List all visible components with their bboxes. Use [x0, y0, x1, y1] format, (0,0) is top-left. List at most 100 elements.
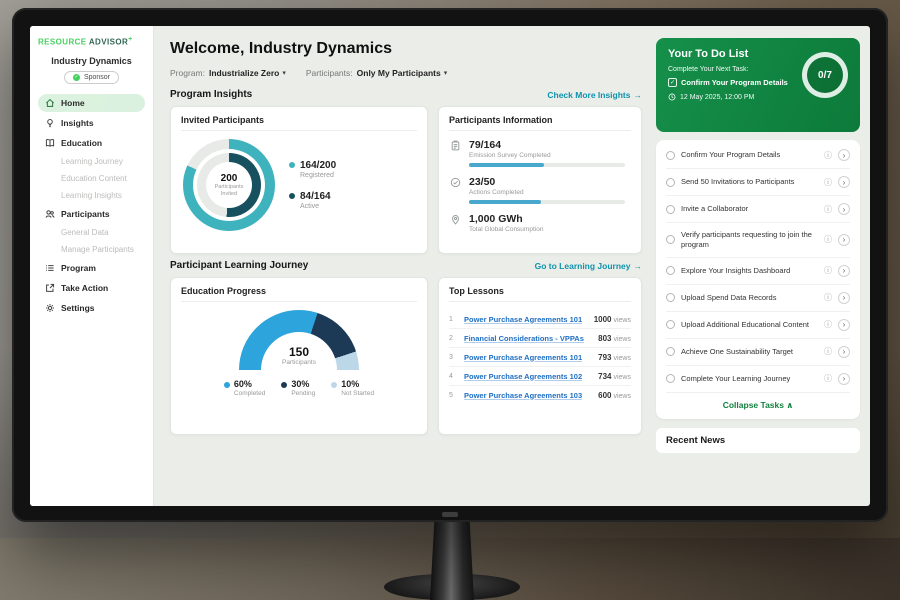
lesson-link[interactable]: Power Purchase Agreements 101 [464, 353, 592, 362]
learning-section-header: Participant Learning Journey Go to Learn… [170, 260, 642, 271]
chevron-down-icon: ▾ [282, 69, 286, 77]
sidebar-item-take-action[interactable]: Take Action [38, 279, 145, 297]
chevron-right-icon[interactable]: › [838, 203, 850, 215]
task-checkbox[interactable] [666, 266, 675, 275]
sidebar-item-label: Education [61, 138, 102, 148]
sidebar-item-participants[interactable]: Participants [38, 205, 145, 223]
chevron-down-icon: ▾ [444, 69, 448, 77]
task-row[interactable]: Confirm Your Program Details ⓘ › [666, 142, 850, 169]
task-checkbox[interactable] [666, 151, 675, 160]
sidebar-item-manage-participants[interactable]: Manage Participants [38, 242, 145, 257]
lesson-views-value: 600 [598, 391, 611, 400]
task-checkbox[interactable] [666, 178, 675, 187]
sponsor-icon: ✓ [73, 74, 80, 81]
lesson-link[interactable]: Power Purchase Agreements 101 [464, 315, 588, 324]
home-icon [45, 98, 55, 108]
info-icon[interactable]: ⓘ [824, 177, 832, 188]
lesson-row[interactable]: 3 Power Purchase Agreements 101 793views [449, 348, 631, 367]
sidebar-item-program[interactable]: Program [38, 259, 145, 277]
chevron-right-icon[interactable]: › [838, 149, 850, 161]
collapse-tasks-link[interactable]: Collapse Tasks ∧ [666, 393, 850, 417]
lesson-row[interactable]: 2 Financial Considerations - VPPAs 803vi… [449, 329, 631, 348]
sidebar-item-label: Participants [61, 209, 110, 219]
program-filter-dropdown[interactable]: Program: Industrialize Zero ▾ [170, 68, 286, 78]
clipboard-icon [449, 139, 461, 167]
task-checkbox[interactable] [666, 347, 675, 356]
task-row[interactable]: Explore Your Insights Dashboard ⓘ › [666, 258, 850, 285]
lesson-views-suffix: views [613, 336, 631, 343]
info-icon[interactable]: ⓘ [824, 204, 832, 215]
info-icon[interactable]: ⓘ [824, 265, 832, 276]
info-icon[interactable]: ⓘ [824, 346, 832, 357]
education-legend: 60% Completed 30% Pending 10% Not Starte… [224, 379, 374, 397]
info-icon[interactable]: ⓘ [824, 234, 832, 245]
task-row[interactable]: Verify participants requesting to join t… [666, 223, 850, 258]
task-row[interactable]: Complete Your Learning Journey ⓘ › [666, 366, 850, 393]
check-more-insights-link[interactable]: Check More Insights→ [547, 90, 642, 100]
info-icon[interactable]: ⓘ [824, 150, 832, 161]
sidebar-item-education-content[interactable]: Education Content [38, 171, 145, 186]
chevron-right-icon[interactable]: › [838, 346, 850, 358]
lesson-link[interactable]: Power Purchase Agreements 102 [464, 372, 592, 381]
task-label: Achieve One Sustainability Target [681, 347, 818, 357]
info-card-title: Participants Information [449, 115, 631, 131]
education-gauge-area: 150 Participants 60% Completed [181, 310, 417, 397]
info-icon[interactable]: ⓘ [824, 373, 832, 384]
main-content: Welcome, Industry Dynamics Program: Indu… [154, 26, 654, 506]
participants-filter-dropdown[interactable]: Participants: Only My Participants ▾ [306, 68, 447, 78]
task-label: Upload Spend Data Records [681, 293, 818, 303]
sidebar-item-learning-insights[interactable]: Learning Insights [38, 188, 145, 203]
task-checkbox[interactable] [666, 293, 675, 302]
task-row[interactable]: Upload Additional Educational Content ⓘ … [666, 312, 850, 339]
list-icon [45, 263, 55, 273]
sidebar-item-label: Program [61, 263, 96, 273]
clock-icon [668, 93, 676, 101]
sidebar-item-label: Insights [61, 118, 94, 128]
info-icon[interactable]: ⓘ [824, 292, 832, 303]
chevron-right-icon[interactable]: › [838, 292, 850, 304]
lesson-link[interactable]: Financial Considerations - VPPAs [464, 334, 592, 343]
lesson-views-suffix: views [613, 393, 631, 400]
chevron-right-icon[interactable]: › [838, 176, 850, 188]
recent-news-header[interactable]: Recent News [656, 428, 860, 453]
registered-dot-icon [289, 162, 295, 168]
legend-item-registered: 164/200 Registered [289, 160, 336, 179]
task-row[interactable]: Achieve One Sustainability Target ⓘ › [666, 339, 850, 366]
task-checkbox[interactable] [666, 320, 675, 329]
lesson-views-value: 1000 [594, 315, 612, 324]
sidebar-item-label: General Data [61, 228, 109, 237]
lesson-row[interactable]: 1 Power Purchase Agreements 101 1000view… [449, 310, 631, 329]
sidebar-item-settings[interactable]: Settings [38, 299, 145, 317]
registered-label: Registered [300, 172, 336, 179]
go-to-learning-journey-link[interactable]: Go to Learning Journey→ [535, 261, 642, 271]
check-icon: ✓ [668, 78, 677, 87]
actions-value: 23/50 [469, 176, 631, 188]
task-checkbox[interactable] [666, 235, 675, 244]
lesson-rank: 2 [449, 335, 458, 342]
todo-next-task-label: Confirm Your Program Details [681, 78, 788, 87]
info-row-actions: 23/50 Actions Completed [449, 176, 631, 204]
task-label: Upload Additional Educational Content [681, 320, 818, 330]
sidebar-item-insights[interactable]: Insights [38, 114, 145, 132]
sidebar-item-learning-journey[interactable]: Learning Journey [38, 154, 145, 169]
sponsor-badge[interactable]: ✓ Sponsor [64, 71, 119, 84]
chevron-right-icon[interactable]: › [838, 319, 850, 331]
chevron-right-icon[interactable]: › [838, 265, 850, 277]
task-row[interactable]: Send 50 Invitations to Participants ⓘ › [666, 169, 850, 196]
todo-panel: Your To Do List Complete Your Next Task:… [654, 26, 870, 506]
info-icon[interactable]: ⓘ [824, 319, 832, 330]
task-row[interactable]: Invite a Collaborator ⓘ › [666, 196, 850, 223]
sidebar-item-home[interactable]: Home [38, 94, 145, 112]
sidebar-item-education[interactable]: Education [38, 134, 145, 152]
lesson-row[interactable]: 5 Power Purchase Agreements 103 600views [449, 386, 631, 404]
sidebar-item-label: Home [61, 98, 85, 108]
task-checkbox[interactable] [666, 374, 675, 383]
lesson-link[interactable]: Power Purchase Agreements 103 [464, 391, 592, 400]
go-to-learning-journey-label: Go to Learning Journey [535, 261, 631, 271]
task-checkbox[interactable] [666, 205, 675, 214]
task-row[interactable]: Upload Spend Data Records ⓘ › [666, 285, 850, 312]
chevron-right-icon[interactable]: › [838, 373, 850, 385]
sidebar-item-general-data[interactable]: General Data [38, 225, 145, 240]
chevron-right-icon[interactable]: › [838, 234, 850, 246]
lesson-row[interactable]: 4 Power Purchase Agreements 102 734views [449, 367, 631, 386]
